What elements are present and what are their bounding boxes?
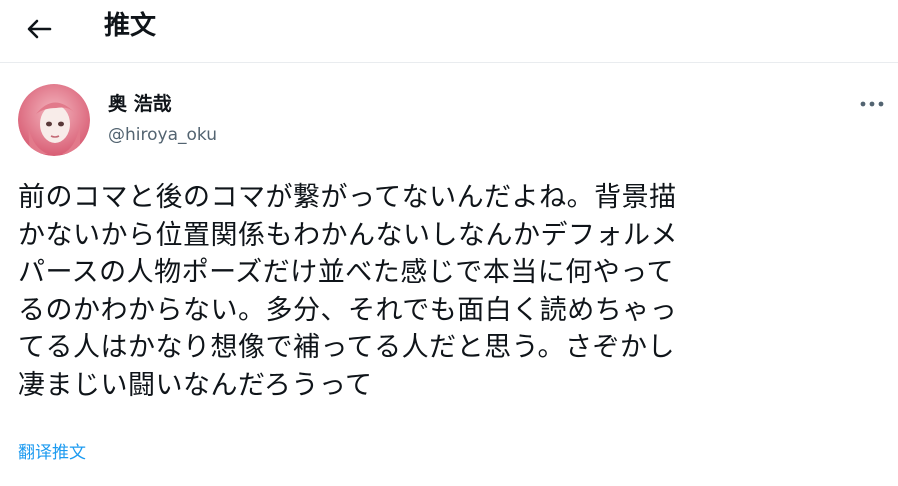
translate-tweet-link[interactable]: 翻译推文 xyxy=(18,442,86,464)
more-options-button[interactable] xyxy=(858,92,886,116)
tweet-text-line: 凄まじい闘いなんだろうって xyxy=(18,369,373,401)
arrow-left-icon xyxy=(27,19,52,39)
author-name[interactable]: 奥 浩哉 xyxy=(108,92,172,116)
avatar[interactable] xyxy=(18,84,90,156)
page-title: 推文 xyxy=(104,11,157,41)
tweet-text-line: 前のコマと後のコマが繋がってないんだよね。背景描 xyxy=(18,182,677,213)
author-handle[interactable]: @hiroya_oku xyxy=(108,124,217,146)
tweet-text-line: るのかわからない。多分、それでも面白く読めちゃっ xyxy=(18,294,678,326)
tweet-text-line: パースの人物ポーズだけ並べた感じで本当に何やって xyxy=(18,257,674,288)
back-button[interactable] xyxy=(22,12,56,46)
avatar-image xyxy=(18,84,90,156)
top-bar: 推文 xyxy=(0,0,898,63)
tweet-text-line: てる人はかなり想像で補ってる人だと思う。さぞかし xyxy=(18,332,676,363)
tweet-text: 前のコマと後のコマが繋がってないんだよね。背景描 かないから位置関係もわかんない… xyxy=(18,179,890,404)
tweet-text-line: かないから位置関係もわかんないしなんかデフォルメ xyxy=(18,219,678,251)
more-horizontal-icon xyxy=(860,101,884,107)
